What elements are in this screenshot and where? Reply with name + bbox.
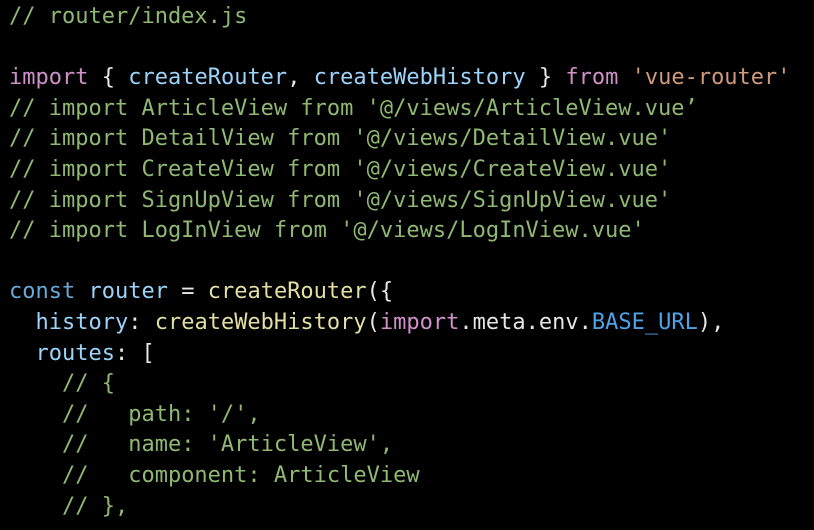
code-token-comment: // import LogInView from '@/views/LogInV…: [9, 218, 645, 244]
code-token-punct: :: [128, 309, 155, 335]
code-token-punct: [9, 463, 62, 488]
code-token-punct: =: [167, 279, 208, 305]
code-token-func: createRouter: [207, 279, 367, 305]
code-token-punct: [9, 494, 62, 519]
code-token-keyword: import: [379, 309, 460, 335]
code-token-storage: const: [9, 279, 76, 305]
code-token-string: 'vue-router': [631, 65, 791, 91]
code-token-punct: .: [578, 309, 592, 335]
code-token-punct: [9, 402, 62, 427]
code-line: // component: ArticleView: [9, 461, 814, 492]
code-token-comment: // router/index.js: [9, 4, 248, 29]
code-line: // import ArticleView from '@/views/Arti…: [9, 94, 814, 125]
code-token-punct: [9, 310, 36, 335]
code-token-var: router: [88, 279, 168, 305]
code-token-punct: [9, 432, 62, 457]
code-token-punct: .: [459, 309, 473, 335]
code-token-comment: // import DetailView from '@/views/Detai…: [9, 126, 672, 152]
code-token-punct: (: [366, 309, 380, 335]
code-token-ident: meta: [472, 309, 526, 335]
code-line: // path: '/',: [9, 400, 814, 431]
code-line: // import SignUpView from '@/views/SignU…: [9, 186, 814, 217]
code-token-comment: // import SignUpView from '@/views/SignU…: [9, 187, 672, 213]
code-line: history: createWebHistory(import.meta.en…: [9, 308, 814, 339]
code-line: import { createRouter, createWebHistory …: [9, 63, 814, 94]
code-line: // {: [9, 369, 814, 400]
code-editor[interactable]: // router/index.js import { createRouter,…: [0, 0, 814, 530]
code-line: routes: [: [9, 339, 814, 370]
code-token-ident: env: [538, 309, 579, 335]
code-token-punct: ,: [287, 65, 314, 91]
code-token-comment: // import ArticleView from '@/views/Arti…: [9, 95, 698, 121]
code-token-punct: [75, 279, 88, 304]
code-token-const: BASE_URL: [591, 309, 698, 335]
code-token-prop: history: [35, 309, 129, 335]
code-token-keyword: from: [565, 65, 619, 91]
code-token-punct: .: [525, 309, 539, 335]
code-token-comment: // name: 'ArticleView',: [61, 432, 394, 458]
code-line: // import CreateView from '@/views/Creat…: [9, 155, 814, 186]
code-token-comment: // import CreateView from '@/views/Creat…: [9, 156, 672, 182]
code-token-punct: [618, 65, 631, 90]
code-token-comment: // },: [61, 493, 129, 519]
code-token-var: createWebHistory: [313, 65, 526, 91]
code-token-prop: routes: [35, 340, 115, 366]
code-line: // },: [9, 492, 814, 523]
code-token-punct: ({: [366, 279, 394, 305]
code-token-func: createWebHistory: [154, 309, 367, 335]
code-token-comment: // path: '/',: [61, 401, 261, 427]
code-token-punct: [9, 371, 62, 396]
code-token-punct: ),: [697, 309, 725, 335]
code-line: const router = createRouter({: [9, 277, 814, 308]
code-token-var: createRouter: [128, 65, 288, 91]
code-token-keyword: import: [9, 65, 89, 91]
code-token-punct: }: [525, 65, 566, 91]
code-line: // import LogInView from '@/views/LogInV…: [9, 216, 814, 247]
code-token-comment: // {: [61, 371, 115, 397]
code-line: // name: 'ArticleView',: [9, 430, 814, 461]
code-token-punct: : [: [114, 340, 155, 366]
code-token-comment: // component: ArticleView: [61, 462, 420, 488]
code-line: // router/index.js: [9, 2, 814, 33]
code-token-punct: [9, 341, 36, 366]
code-line: // import DetailView from '@/views/Detai…: [9, 124, 814, 155]
code-token-punct: {: [88, 65, 129, 91]
